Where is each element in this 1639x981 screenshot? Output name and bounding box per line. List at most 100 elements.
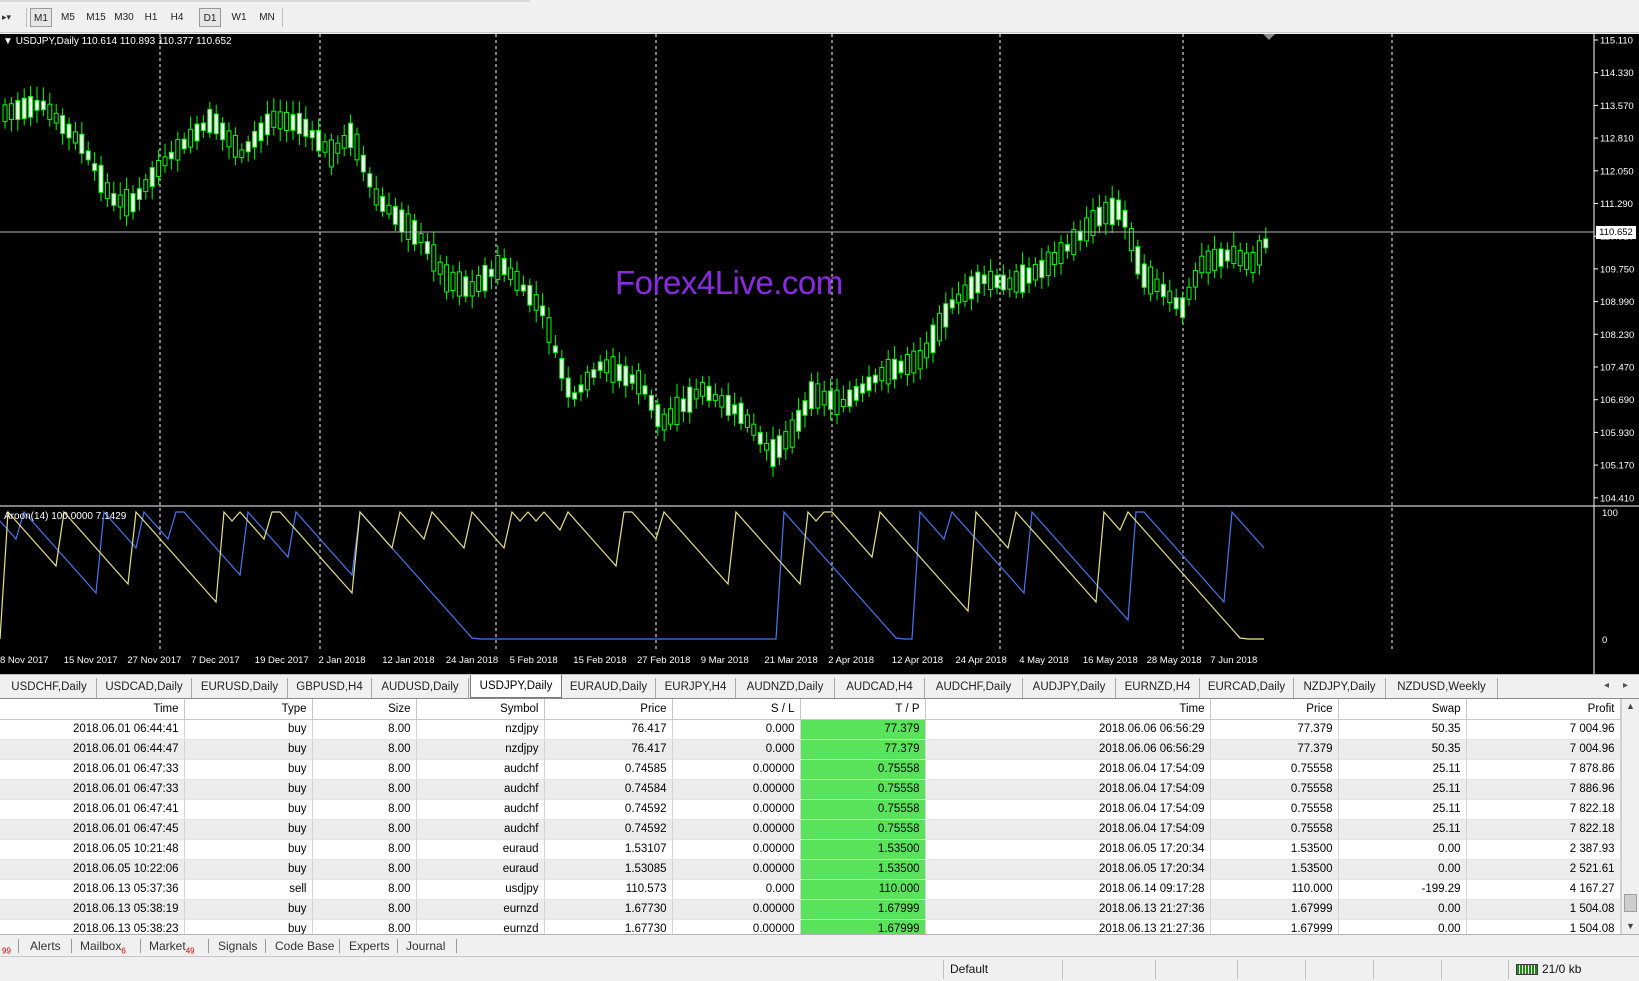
timeframe-button-m30[interactable]: M30 <box>111 8 137 27</box>
terminal-tab-market[interactable]: Market49 <box>149 938 195 955</box>
table-row[interactable]: 2018.06.13 05:37:36 sell 8.00 usdjpy 110.573… <box>0 879 1621 900</box>
table-row[interactable]: 2018.06.01 06:44:41 buy 8.00 nzdjpy 76.417 0.… <box>0 719 1621 740</box>
timeframe-button-m5[interactable]: M5 <box>56 8 80 27</box>
toolbar-dropdown-arrow-icon[interactable]: ▸▾ <box>2 12 11 23</box>
terminal-tab-alerts[interactable]: Alerts <box>30 938 61 954</box>
cell-open-time: 2018.06.13 05:38:23 <box>0 919 185 934</box>
cell-profit: 7 004.96 <box>1466 719 1621 740</box>
cell-type: buy <box>184 719 313 740</box>
candle-body <box>168 151 174 160</box>
chart-tab-audchf-daily[interactable]: AUDCHF,Daily <box>925 678 1023 698</box>
chart-tab-usdchf-daily[interactable]: USDCHF,Daily <box>2 678 97 698</box>
table-row[interactable]: 2018.06.05 10:22:06 buy 8.00 euraud 1.53085 0… <box>0 859 1621 880</box>
chart-tab-audusd-daily[interactable]: AUDUSD,Daily <box>372 678 469 698</box>
cell-close-price: 0.75558 <box>1210 759 1339 780</box>
chart-tab-nzdusd-weekly[interactable]: NZDUSD,Weekly <box>1386 678 1498 698</box>
cell-swap: -199.29 <box>1338 879 1467 900</box>
col-header-swap[interactable]: Swap <box>1338 699 1467 720</box>
candle-body <box>591 369 597 378</box>
candle-body <box>1154 278 1160 292</box>
timeframe-button-w1[interactable]: W1 <box>228 8 250 27</box>
timeframe-button-m15[interactable]: M15 <box>83 8 109 27</box>
table-row[interactable]: 2018.06.05 10:21:48 buy 8.00 euraud 1.53107 0… <box>0 839 1621 860</box>
status-cell-divider <box>1062 960 1063 979</box>
chart-tab-usdcad-daily[interactable]: USDCAD,Daily <box>97 678 192 698</box>
status-profile-name[interactable]: Default <box>950 962 988 976</box>
col-header-size[interactable]: Size <box>312 699 417 720</box>
chart-tab-nzdjpy-daily[interactable]: NZDJPY,Daily <box>1294 678 1386 698</box>
date-axis-label: 12 Apr 2018 <box>892 655 943 666</box>
scroll-down-icon[interactable]: ▼ <box>1626 921 1635 931</box>
cell-swap: 50.35 <box>1338 719 1467 740</box>
cell-type: buy <box>184 899 313 920</box>
candle-body <box>431 244 437 272</box>
collapse-arrow-icon[interactable]: ▼ <box>3 36 13 47</box>
date-axis-label: 2 Apr 2018 <box>828 655 874 666</box>
chart-tab-eurusd-daily[interactable]: EURUSD,Daily <box>192 678 288 698</box>
table-row[interactable]: 2018.06.01 06:47:41 buy 8.00 audchf 0.74592 0… <box>0 799 1621 820</box>
connection-status-icon[interactable] <box>1516 964 1538 975</box>
candle-body <box>136 188 142 201</box>
timeframe-button-d1[interactable]: D1 <box>199 8 221 27</box>
terminal-tab-experts[interactable]: Experts <box>349 938 390 954</box>
price-axis-label: 108.990 <box>1600 297 1634 308</box>
col-header-type[interactable]: Type <box>184 699 313 720</box>
cell-stop-loss: 0.000 <box>672 739 801 760</box>
col-header-stop-loss[interactable]: S / L <box>672 699 801 720</box>
terminal-tab-mailbox[interactable]: Mailbox6 <box>80 938 126 955</box>
toolbar-separator <box>282 8 283 27</box>
chart-tab-usdjpy-daily[interactable]: USDJPY,Daily <box>470 675 562 698</box>
candle-body <box>828 390 834 410</box>
tab-scroll-left-icon[interactable]: ◂ <box>1604 680 1609 691</box>
candle-body <box>47 103 53 120</box>
timeframe-button-h1[interactable]: H1 <box>140 8 162 27</box>
chart-tab-audjpy-daily[interactable]: AUDJPY,Daily <box>1023 678 1116 698</box>
candle-body <box>904 353 910 375</box>
timeframe-button-h4[interactable]: H4 <box>166 8 188 27</box>
chart-tab-eurcad-daily[interactable]: EURCAD,Daily <box>1200 678 1294 698</box>
cell-open-price: 1.67730 <box>544 919 673 934</box>
candle-body <box>674 396 680 426</box>
candle-body <box>1103 201 1109 225</box>
toolbar-separator <box>26 8 27 27</box>
chart-canvas[interactable]: 115.110 114.330 113.570 112.810 112.050 111.2… <box>0 34 1639 674</box>
terminal-tab-history[interactable]: 99 <box>2 938 11 955</box>
table-row[interactable]: 2018.06.13 05:38:19 buy 8.00 eurnzd 1.67730 0… <box>0 899 1621 920</box>
col-header-open-time[interactable]: Time <box>0 699 185 720</box>
date-axis-label: 27 Nov 2017 <box>127 655 181 666</box>
date-axis-label: 4 May 2018 <box>1019 655 1069 666</box>
chart-tab-audcad-h4[interactable]: AUDCAD,H4 <box>835 678 925 698</box>
candle-body <box>744 414 750 428</box>
table-row[interactable]: 2018.06.01 06:47:33 buy 8.00 audchf 0.74584 0… <box>0 779 1621 800</box>
candle-body <box>245 141 251 153</box>
terminal-tab-code-base[interactable]: Code Base <box>275 938 334 954</box>
table-row[interactable]: 2018.06.01 06:47:33 buy 8.00 audchf 0.74585 0… <box>0 759 1621 780</box>
chart-tab-eurjpy-h4[interactable]: EURJPY,H4 <box>656 678 736 698</box>
terminal-tab-signals[interactable]: Signals <box>218 938 257 954</box>
timeframe-button-m1[interactable]: M1 <box>30 8 52 27</box>
chart-tab-gbpusd-h4[interactable]: GBPUSD,H4 <box>288 678 372 698</box>
col-header-close-time[interactable]: Time <box>925 699 1211 720</box>
cell-symbol: nzdjpy <box>416 719 545 740</box>
scroll-up-icon[interactable]: ▲ <box>1626 701 1635 711</box>
col-header-profit[interactable]: Profit <box>1466 699 1621 720</box>
chart-tab-eurnzd-h4[interactable]: EURNZD,H4 <box>1116 678 1200 698</box>
timeframe-button-mn[interactable]: MN <box>255 8 279 27</box>
col-header-close-price[interactable]: Price <box>1210 699 1339 720</box>
col-header-open-price[interactable]: Price <box>544 699 673 720</box>
chart-tab-euraud-daily[interactable]: EURAUD,Daily <box>562 678 656 698</box>
price-chart[interactable]: 115.110 114.330 113.570 112.810 112.050 111.2… <box>0 34 1639 674</box>
table-row[interactable]: 2018.06.01 06:44:47 buy 8.00 nzdjpy 76.417 0.… <box>0 739 1621 760</box>
cell-profit: 7 822.18 <box>1466 799 1621 820</box>
table-row[interactable]: 2018.06.01 06:47:45 buy 8.00 audchf 0.74592 0… <box>0 819 1621 840</box>
col-header-take-profit[interactable]: T / P <box>800 699 926 720</box>
watermark-text: Forex4Live.com <box>615 264 843 301</box>
price-axis-label: 104.410 <box>1600 493 1634 504</box>
chart-tab-audnzd-daily[interactable]: AUDNZD,Daily <box>736 678 835 698</box>
col-header-symbol[interactable]: Symbol <box>416 699 545 720</box>
terminal-vertical-scrollbar[interactable]: ▲ ▼ <box>1621 699 1639 934</box>
tab-scroll-right-icon[interactable]: ▸ <box>1623 680 1628 691</box>
terminal-tab-journal[interactable]: Journal <box>406 938 445 954</box>
table-row[interactable]: 2018.06.13 05:38:23 buy 8.00 eurnzd 1.67730 0… <box>0 919 1621 934</box>
scrollbar-thumb[interactable] <box>1624 894 1637 912</box>
